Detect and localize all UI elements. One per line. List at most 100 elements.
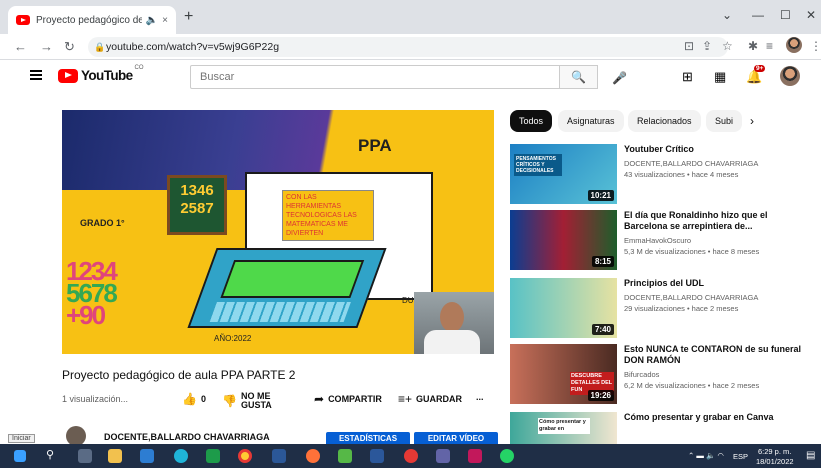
share-page-icon[interactable]: ⇪: [702, 39, 712, 53]
store-icon[interactable]: [140, 449, 154, 463]
reading-list-icon[interactable]: ≡: [766, 39, 773, 53]
start-tooltip: Iniciar: [8, 434, 35, 443]
recommendation-item[interactable]: Cómo presentar y grabar en Cómo presenta…: [510, 412, 810, 444]
chip-all[interactable]: Todos: [510, 110, 553, 132]
search-button[interactable]: 🔍: [560, 65, 598, 89]
menu-icon[interactable]: [30, 70, 42, 80]
app-icon[interactable]: [404, 449, 418, 463]
new-tab-button[interactable]: +: [184, 8, 193, 26]
save-button[interactable]: ≡+ GUARDAR: [398, 392, 462, 406]
tab-close-button[interactable]: ×: [162, 15, 168, 26]
recommendation-channel[interactable]: EmmaHavokOscuro: [624, 236, 809, 246]
view-count: 1 visualización...: [62, 394, 129, 404]
url-text: youtube.com/watch?v=v5wj9G6P22g: [106, 41, 280, 53]
tab-title: Proyecto pedagógico de aul: [36, 14, 142, 26]
dislike-label: NO ME GUSTA: [240, 391, 272, 410]
slide-grade: GRADO 1°: [80, 218, 125, 228]
dislike-button[interactable]: 👎 NO ME GUSTA: [222, 392, 275, 410]
channel-name[interactable]: DOCENTE,BALLARDO CHAVARRIAGA: [104, 432, 270, 442]
reload-icon[interactable]: ↻: [64, 39, 75, 55]
clock-time[interactable]: 6:29 p. m.: [758, 447, 791, 456]
recommendation-item[interactable]: PENSAMIENTOS CRÍTICOS Y DECISIONALES 10:…: [510, 144, 810, 204]
video-thumbnail[interactable]: Cómo presentar y grabar en: [510, 412, 617, 444]
browser-tab[interactable]: Proyecto pedagógico de aul 🔈 ×: [8, 6, 176, 34]
video-thumbnail[interactable]: 8:15: [510, 210, 617, 270]
minimize-button[interactable]: —: [752, 8, 764, 22]
video-thumbnail[interactable]: 7:40: [510, 278, 617, 338]
chevron-down-icon[interactable]: ⌄: [722, 8, 732, 22]
clock-date[interactable]: 18/01/2022: [756, 457, 794, 466]
video-thumbnail[interactable]: DESCUBRE DETALLES DEL FUN 19:26: [510, 344, 617, 404]
search-icon[interactable]: ⚲: [46, 448, 54, 461]
recommendation-channel[interactable]: DOCENTE,BALLARDO CHAVARRIAGA: [624, 159, 809, 169]
url-field[interactable]: 🔒 youtube.com/watch?v=v5wj9G6P22g: [88, 37, 728, 57]
notification-badge: 9+: [754, 65, 766, 72]
bookmark-star-icon[interactable]: ☆: [722, 39, 733, 53]
duration-badge: 19:26: [587, 390, 614, 401]
slide-year: AÑO:2022: [214, 334, 252, 343]
task-view-icon[interactable]: [78, 449, 92, 463]
whatsapp-icon[interactable]: [500, 449, 514, 463]
file-explorer-icon[interactable]: [108, 449, 122, 463]
recommendation-title[interactable]: Youtuber Crítico: [624, 144, 804, 155]
app-icon[interactable]: [468, 449, 482, 463]
youtube-logo[interactable]: YouTube CO: [58, 65, 144, 83]
notification-center-icon[interactable]: ▤: [806, 450, 815, 461]
slide-callout: CON LAS HERRAMIENTAS TECNOLOGICAS LAS MA…: [282, 190, 374, 241]
channel-owner-avatar[interactable]: [66, 426, 86, 446]
recommendation-channel[interactable]: DOCENTE,BALLARDO CHAVARRIAGA: [624, 293, 809, 303]
more-actions-button[interactable]: ...: [476, 392, 484, 402]
channel-avatar[interactable]: [780, 66, 800, 86]
tray-icons[interactable]: ⌃ ▬ 🔈 ◠: [688, 451, 724, 460]
app-icon[interactable]: [272, 449, 286, 463]
youtube-favicon-icon: [16, 15, 30, 25]
close-window-button[interactable]: ✕: [806, 8, 816, 22]
speaker-icon[interactable]: 🔈: [146, 15, 158, 26]
chip-subjects[interactable]: Asignaturas: [558, 110, 624, 132]
profile-avatar[interactable]: [786, 37, 802, 53]
recommendation-meta: 29 visualizaciones • hace 2 meses: [624, 304, 739, 313]
chevron-right-icon[interactable]: ›: [750, 114, 754, 128]
like-button[interactable]: 👍 0: [182, 392, 206, 406]
windows-start-icon[interactable]: [14, 450, 26, 462]
create-video-icon[interactable]: ⊞: [682, 69, 693, 85]
lock-icon[interactable]: 🔒: [94, 37, 105, 57]
microphone-icon[interactable]: 🎤: [612, 71, 627, 85]
maximize-button[interactable]: ☐: [780, 8, 791, 22]
duration-badge: 10:21: [587, 190, 614, 201]
video-player[interactable]: PPA 1346 2587 GRADO 1° CON LAS HERRAMIEN…: [62, 110, 494, 354]
extensions-icon[interactable]: ✱: [748, 39, 758, 53]
recommendation-title[interactable]: Principios del UDL: [624, 278, 804, 289]
word-icon[interactable]: [370, 449, 384, 463]
app-icon[interactable]: [338, 449, 352, 463]
search-input[interactable]: Buscar: [190, 65, 560, 89]
recommendation-item[interactable]: 8:15 El día que Ronaldinho hizo que el B…: [510, 210, 810, 270]
chip-uploaded[interactable]: Subi: [706, 110, 743, 132]
recommendation-title[interactable]: Cómo presentar y grabar en Canva: [624, 412, 804, 423]
language-indicator[interactable]: ESP: [733, 452, 748, 461]
back-arrow-icon[interactable]: ←: [14, 39, 27, 54]
forward-arrow-icon[interactable]: →: [40, 39, 53, 54]
recommendation-title[interactable]: Esto NUNCA te CONTARON de su funeral DON…: [624, 344, 804, 366]
thumbs-up-icon: 👍: [182, 392, 197, 406]
recommendation-channel[interactable]: Bifurcados: [624, 370, 809, 380]
browser-tab-strip: Proyecto pedagógico de aul 🔈 × + ⌄ — ☐ ✕: [0, 0, 821, 34]
video-thumbnail[interactable]: PENSAMIENTOS CRÍTICOS Y DECISIONALES 10:…: [510, 144, 617, 204]
youtube-play-icon: [58, 68, 78, 83]
recommendation-title[interactable]: El día que Ronaldinho hizo que el Barcel…: [624, 210, 804, 232]
firefox-icon[interactable]: [306, 449, 320, 463]
share-button[interactable]: ➦ COMPARTIR: [314, 392, 382, 406]
chip-related[interactable]: Relacionados: [628, 110, 701, 132]
recommendation-item[interactable]: 7:40 Principios del UDL DOCENTE,BALLARDO…: [510, 278, 810, 338]
google-lens-icon[interactable]: ⊡: [684, 39, 694, 53]
search-icon: 🔍: [571, 70, 586, 84]
apps-grid-icon[interactable]: ▦: [714, 69, 726, 85]
windows-taskbar: ⚲ ⌃ ▬ 🔈 ◠ ESP 6:29 p. m. 18/01/2022 ▤: [0, 444, 821, 468]
recommendation-item[interactable]: DESCUBRE DETALLES DEL FUN 19:26 Esto NUN…: [510, 344, 810, 404]
browser-menu-icon[interactable]: ⋮: [810, 39, 821, 53]
presenter-shirt: [424, 330, 480, 354]
teams-icon[interactable]: [436, 449, 450, 463]
chrome-icon[interactable]: [238, 449, 252, 463]
edge-icon[interactable]: [174, 449, 188, 463]
app-icon[interactable]: [206, 449, 220, 463]
